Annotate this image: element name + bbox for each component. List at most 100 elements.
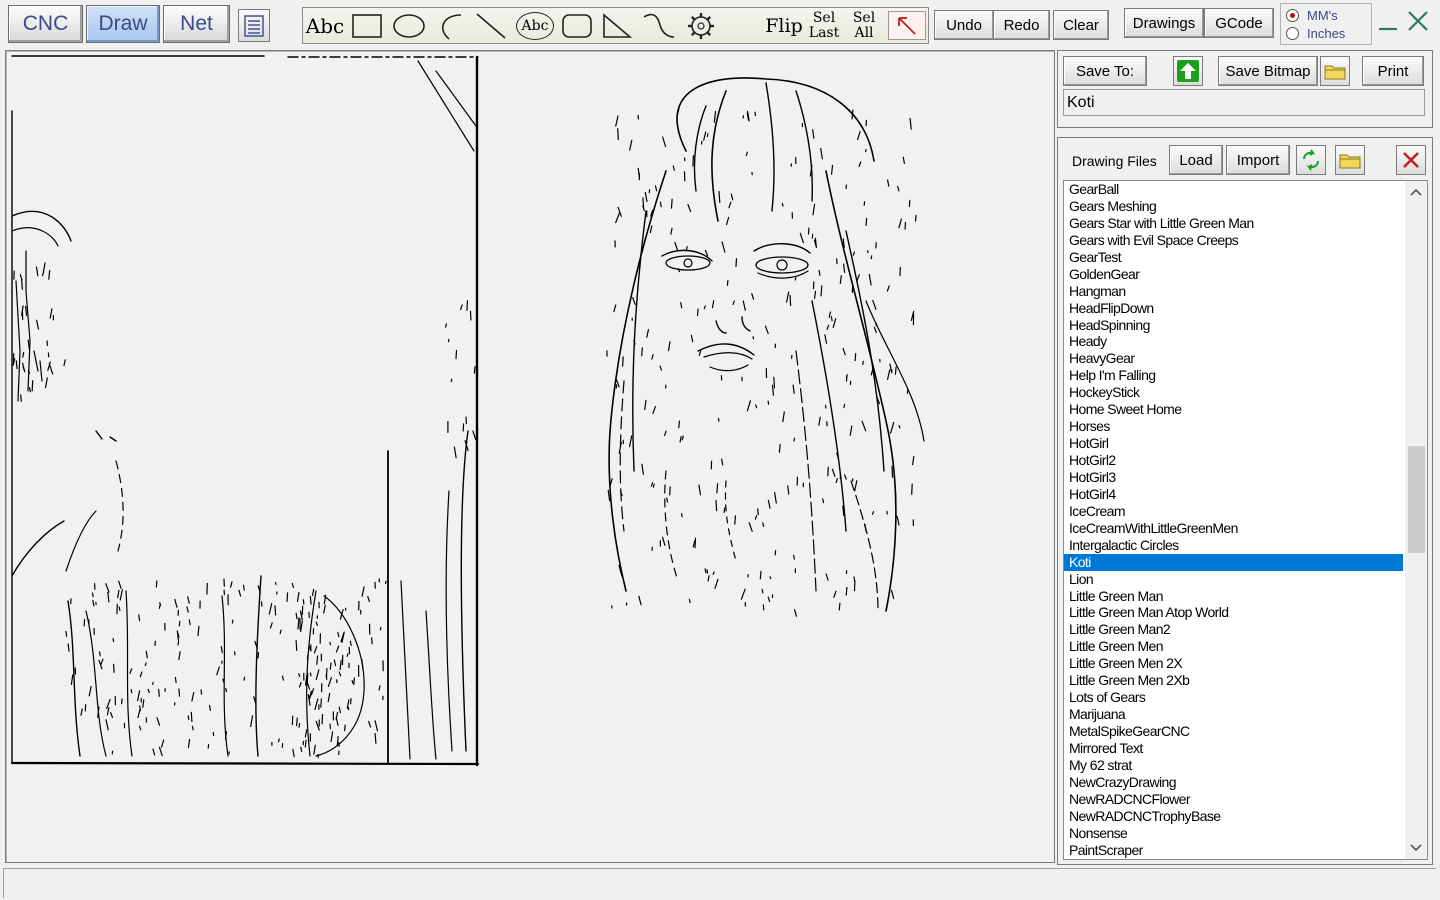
left-eye: [665, 255, 711, 271]
file-list-item[interactable]: HotGirl2: [1064, 452, 1403, 469]
import-button[interactable]: Import: [1226, 145, 1290, 175]
file-list-item[interactable]: IceCream: [1064, 503, 1403, 520]
rounded-rectangle-tool[interactable]: [557, 8, 597, 43]
file-list-item[interactable]: Little Green Man2: [1064, 621, 1403, 638]
close-app-button[interactable]: [1404, 6, 1432, 36]
file-list-item[interactable]: Little Green Men 2X: [1064, 655, 1403, 672]
speckle-stroke: [118, 606, 121, 612]
save-bitmap-button[interactable]: Save Bitmap: [1218, 56, 1318, 86]
file-list-item[interactable]: Help I'm Falling: [1064, 367, 1403, 384]
file-list-item[interactable]: GearBall: [1064, 181, 1403, 198]
scroll-thumb[interactable]: [1408, 446, 1425, 553]
file-list-item[interactable]: GoldenGear: [1064, 266, 1403, 283]
speckle-stroke: [42, 262, 46, 273]
speckle-stroke: [773, 376, 776, 389]
drawing-name-field[interactable]: Koti: [1063, 89, 1425, 116]
gear-tool[interactable]: [681, 8, 721, 43]
file-list-item[interactable]: HeadSpinning: [1064, 317, 1403, 334]
curve-tool[interactable]: [639, 8, 679, 43]
load-button[interactable]: Load: [1169, 145, 1223, 175]
speckle-stroke: [762, 522, 765, 527]
file-list-item[interactable]: Gears Star with Little Green Man: [1064, 215, 1403, 232]
file-list-item[interactable]: HotGirl4: [1064, 486, 1403, 503]
tab-draw[interactable]: Draw: [86, 5, 160, 43]
file-list-item[interactable]: Horses: [1064, 418, 1403, 435]
minimize-button[interactable]: [1374, 6, 1402, 36]
unit-mm-option[interactable]: MM's: [1286, 8, 1338, 23]
unit-inches-option[interactable]: Inches: [1286, 26, 1345, 41]
file-list-item[interactable]: Little Green Man: [1064, 588, 1403, 605]
file-list-item[interactable]: Nonsense: [1064, 825, 1403, 842]
file-list-item[interactable]: My 62 strat: [1064, 757, 1403, 774]
file-list-item[interactable]: HeavyGear: [1064, 350, 1403, 367]
scroll-down-button[interactable]: [1405, 839, 1427, 857]
triangle-tool[interactable]: [597, 8, 637, 43]
speckle-stroke: [330, 731, 334, 743]
select-all-tool[interactable]: Sel All: [845, 8, 883, 43]
gcode-button[interactable]: GCode: [1204, 8, 1274, 38]
file-list-item[interactable]: Gears Meshing: [1064, 198, 1403, 215]
arc-tool[interactable]: [431, 8, 469, 43]
text-tool[interactable]: Abc: [305, 8, 345, 43]
tab-cnc[interactable]: CNC: [8, 5, 83, 43]
speckle-stroke: [748, 522, 753, 532]
tab-net[interactable]: Net: [163, 5, 230, 43]
file-list-item[interactable]: Lots of Gears: [1064, 689, 1403, 706]
file-list-item[interactable]: HeadFlipDown: [1064, 300, 1403, 317]
print-button[interactable]: Print: [1362, 56, 1424, 86]
circle-text-tool[interactable]: Abc: [513, 8, 557, 43]
scroll-up-button[interactable]: [1405, 183, 1427, 201]
file-list-item[interactable]: Koti: [1064, 553, 1403, 571]
redo-button[interactable]: Redo: [993, 10, 1050, 40]
pointer-tool[interactable]: [888, 11, 926, 40]
file-list-item[interactable]: Gears with Evil Space Creeps: [1064, 232, 1403, 249]
save-to-button[interactable]: Save To:: [1063, 56, 1147, 86]
file-list-item[interactable]: Heady: [1064, 333, 1403, 350]
flip-tool[interactable]: Flip: [765, 8, 803, 43]
file-list-item[interactable]: Intergalactic Circles: [1064, 537, 1403, 554]
file-list-item[interactable]: PaintScraper: [1064, 842, 1403, 859]
file-list-item[interactable]: Home Sweet Home: [1064, 401, 1403, 418]
drawing-canvas[interactable]: [5, 50, 1055, 863]
file-list-item[interactable]: Hangman: [1064, 283, 1403, 300]
file-list-item[interactable]: Marijuana: [1064, 706, 1403, 723]
file-list-item[interactable]: HockeyStick: [1064, 384, 1403, 401]
file-list-item[interactable]: Little Green Man Atop World: [1064, 604, 1403, 621]
line-tool[interactable]: [471, 8, 511, 43]
file-list-item[interactable]: Lion: [1064, 571, 1403, 588]
file-list-item[interactable]: NewRADCNCTrophyBase: [1064, 808, 1403, 825]
open-folder-button[interactable]: [1320, 56, 1350, 86]
drawing-files-list[interactable]: GearBall Gears Meshing Gears Star with Lit…: [1063, 180, 1428, 860]
drawings-button[interactable]: Drawings: [1124, 8, 1204, 38]
file-list-item[interactable]: Mirrored Text: [1064, 740, 1403, 757]
file-list-item[interactable]: GearTest: [1064, 249, 1403, 266]
refresh-button[interactable]: [1296, 145, 1326, 175]
ellipse-tool[interactable]: [389, 8, 429, 43]
clear-button[interactable]: Clear: [1053, 10, 1109, 40]
browse-folder-button[interactable]: [1335, 145, 1365, 175]
file-list-item[interactable]: Little Green Men: [1064, 638, 1403, 655]
radio-inches[interactable]: [1286, 27, 1299, 40]
upload-button[interactable]: [1173, 56, 1203, 86]
rounded-rectangle-icon: [562, 13, 592, 38]
file-list-item[interactable]: IceCreamWithLittleGreenMen: [1064, 520, 1403, 537]
rectangle-tool[interactable]: [347, 8, 387, 43]
radio-mm[interactable]: [1286, 9, 1299, 22]
file-list-item[interactable]: Little Green Men 2Xb: [1064, 672, 1403, 689]
speckle-stroke: [715, 499, 718, 512]
file-list-item[interactable]: NewRADCNCFlower: [1064, 791, 1403, 808]
speckle-stroke: [329, 662, 332, 670]
speckle-stroke: [333, 659, 337, 667]
file-list-item[interactable]: HotGirl: [1064, 435, 1403, 452]
file-list-scrollbar[interactable]: [1405, 181, 1427, 859]
speckle-stroke: [621, 356, 624, 367]
select-last-tool[interactable]: Sel Last: [805, 8, 843, 43]
undo-button[interactable]: Undo: [934, 10, 994, 40]
file-list-item[interactable]: NewCrazyDrawing: [1064, 774, 1403, 791]
speckle-stroke: [672, 165, 675, 171]
speckle-stroke: [139, 671, 143, 678]
file-list-item[interactable]: HotGirl3: [1064, 469, 1403, 486]
list-menu-button[interactable]: [238, 9, 270, 42]
file-list-item[interactable]: MetalSpikeGearCNC: [1064, 723, 1403, 740]
delete-file-button[interactable]: [1396, 145, 1426, 175]
